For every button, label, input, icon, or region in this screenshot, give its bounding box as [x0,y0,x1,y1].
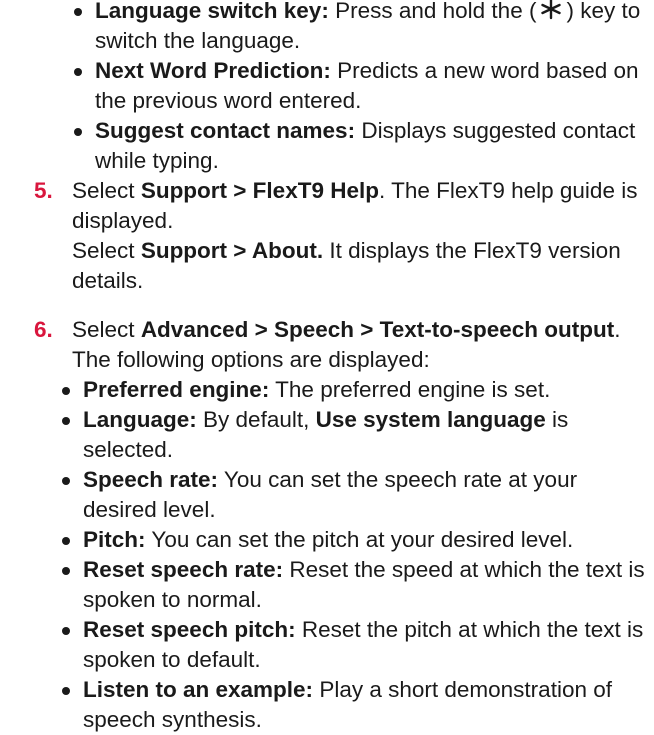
option-term: Pitch: [83,527,146,552]
option-term: Reset speech pitch: [83,617,296,642]
step-text: Select [72,178,135,203]
option-text: You can set the pitch at your desired le… [151,527,574,552]
step-5: 5. Select Support > FlexT9 Help. The Fle… [34,176,654,296]
option-emphasis: Use system language [315,407,546,432]
option-term: Listen to an example: [83,677,314,702]
step-number: 6. [34,317,53,342]
list-item: Language: By default, Use system languag… [60,405,654,465]
option-term: Next Word Prediction: [95,58,331,83]
step-6: 6. Select Advanced > Speech > Text-to-sp… [34,315,654,735]
step-text: Select [72,238,135,263]
list-item: Preferred engine: The preferred engine i… [60,375,654,405]
step-4-options: Language switch key: Press and hold the … [72,0,654,176]
step-4-continued: Language switch key: Press and hold the … [0,0,654,735]
step-6-options: Preferred engine: The preferred engine i… [60,375,654,735]
list-item: Listen to an example: Play a short demon… [60,675,654,735]
menu-path: Advanced > Speech > Text-to-speech outpu… [140,317,615,342]
list-item: Speech rate: You can set the speech rate… [60,465,654,525]
asterisk-key-icon [540,0,562,20]
list-item: Pitch: You can set the pitch at your des… [60,525,654,555]
menu-path: Support > About. [140,238,324,263]
option-term: Speech rate: [83,467,219,492]
option-text: By default, [203,407,310,432]
step-text: Select [72,317,135,342]
option-term: Language switch key: [95,0,329,23]
list-item: Reset speech pitch: Reset the pitch at w… [60,615,654,675]
step-body: Select Advanced > Speech > Text-to-speec… [72,315,654,375]
menu-path: Support > FlexT9 Help [140,178,379,203]
option-term: Preferred engine: [83,377,270,402]
list-item: Next Word Prediction: Predicts a new wor… [72,56,654,116]
step-number: 5. [34,178,53,203]
option-text: The preferred engine is set. [275,377,551,402]
instructions-document: Language switch key: Press and hold the … [0,0,654,735]
list-item: Reset speech rate: Reset the speed at wh… [60,555,654,615]
list-item: Suggest contact names: Displays suggeste… [72,116,654,176]
option-term: Suggest contact names: [95,118,356,143]
option-term: Language: [83,407,197,432]
list-item: Language switch key: Press and hold the … [72,0,654,56]
step-body: Select Support > FlexT9 Help. The FlexT9… [72,176,654,296]
option-text: Press and hold the ( [335,0,537,23]
option-term: Reset speech rate: [83,557,284,582]
